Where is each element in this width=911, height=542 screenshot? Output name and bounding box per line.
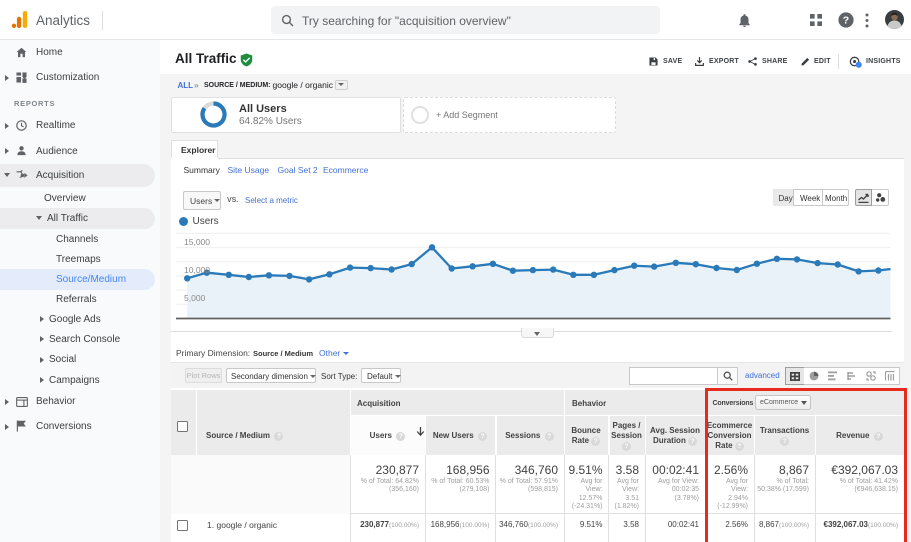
svg-text:?: ? — [843, 15, 849, 27]
